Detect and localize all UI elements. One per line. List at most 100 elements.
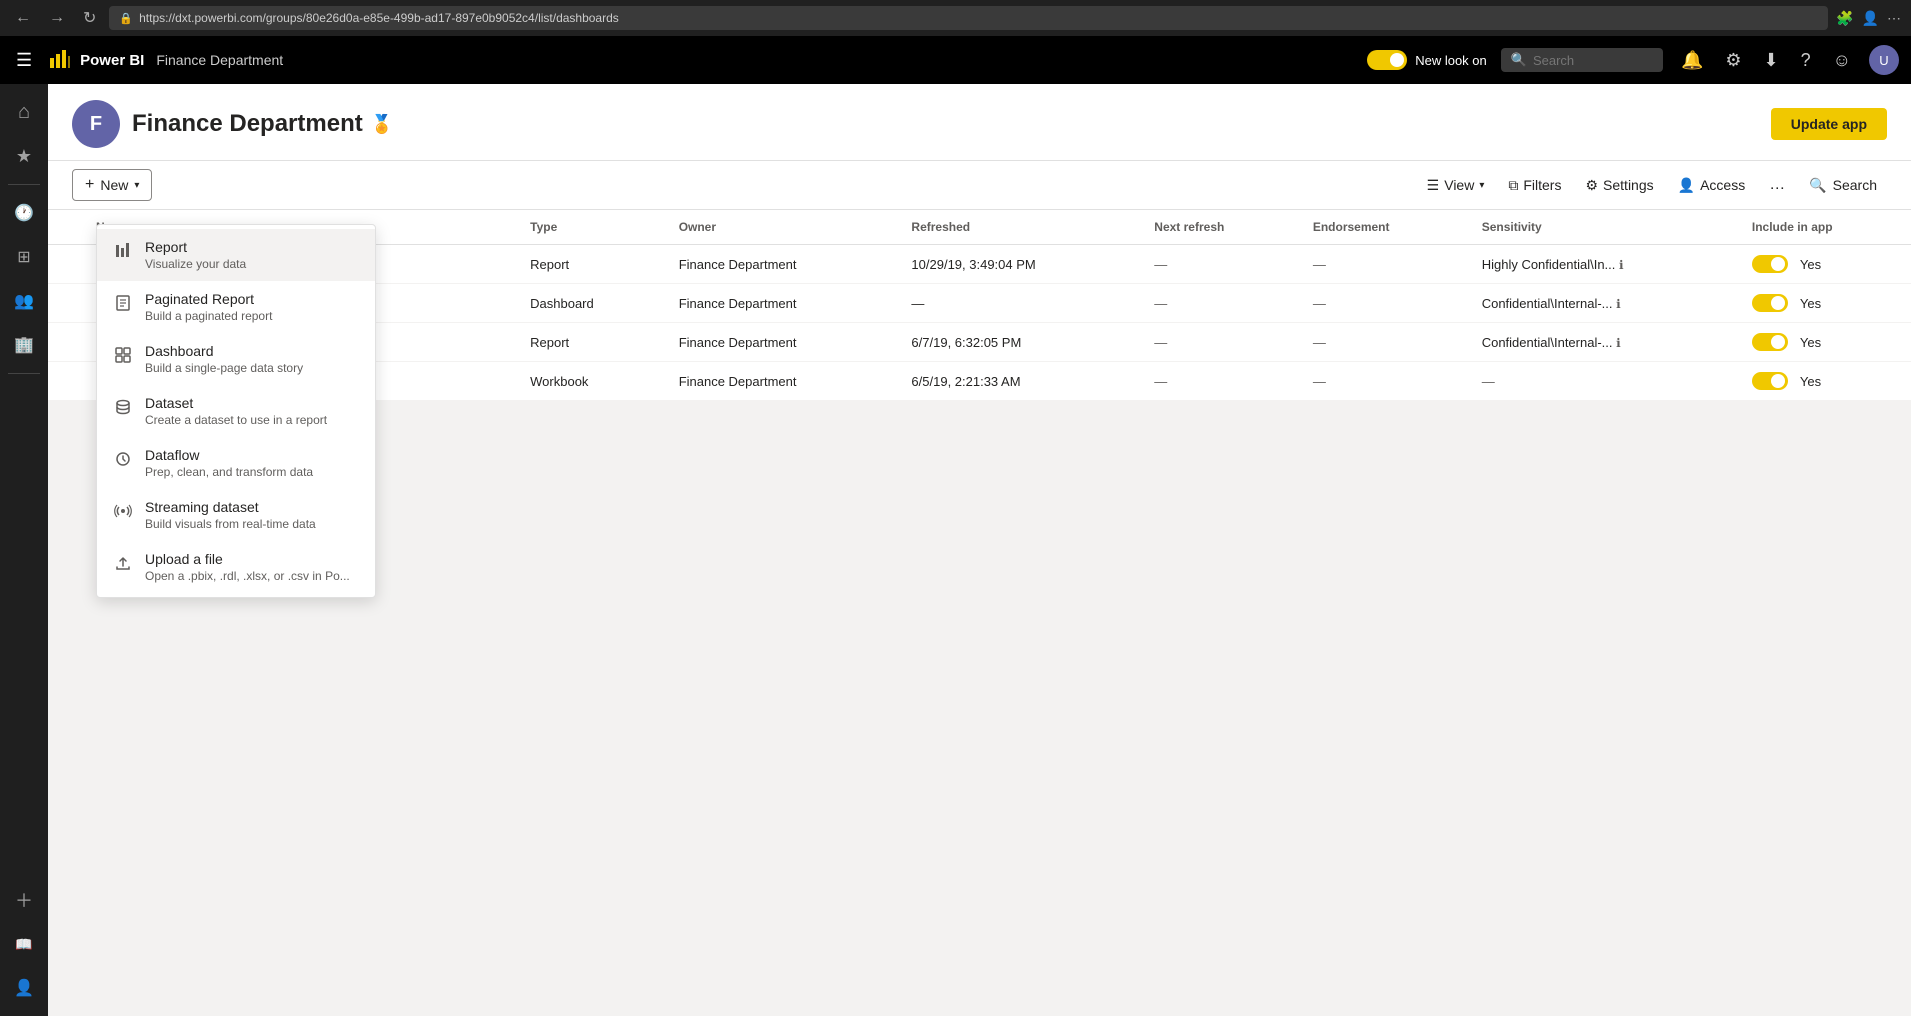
toolbar-search[interactable]: 🔍 Search: [1799, 171, 1887, 200]
notification-icon[interactable]: 🔔: [1677, 46, 1707, 75]
row-include-cell: Yes: [1736, 284, 1911, 323]
sidebar-item-recent[interactable]: 🕐: [4, 193, 44, 233]
view-icon: ☰: [1427, 177, 1440, 194]
row-type-cell: Dashboard: [514, 284, 663, 323]
row-endorsement-cell: —: [1297, 362, 1466, 401]
row-next-refresh-cell: —: [1138, 245, 1297, 284]
settings-label: Settings: [1603, 177, 1654, 193]
sidebar-item-shared[interactable]: 👥: [4, 281, 44, 321]
update-app-button[interactable]: Update app: [1771, 108, 1887, 140]
sensitivity-text: Highly Confidential\In...: [1482, 257, 1616, 272]
view-button[interactable]: ☰ View ▾: [1417, 171, 1495, 200]
report-icon: [113, 241, 133, 261]
dropdown-item-dataset[interactable]: DatasetCreate a dataset to use in a repo…: [97, 385, 375, 437]
dropdown-item-streaming-dataset[interactable]: Streaming datasetBuild visuals from real…: [97, 489, 375, 541]
include-toggle[interactable]: [1752, 372, 1788, 390]
upload-file-icon: [113, 553, 133, 573]
dashboard-content: DashboardBuild a single-page data story: [145, 343, 303, 375]
content-area: F Finance Department 🏅 Update app + New …: [48, 84, 1911, 1016]
sensitivity-text: Confidential\Internal-...: [1482, 296, 1613, 311]
dataset-icon: [113, 397, 133, 417]
nav-refresh-button[interactable]: ↻: [78, 6, 101, 30]
row-sensitivity-cell: —: [1466, 362, 1736, 401]
row-refreshed-cell: —: [895, 284, 1138, 323]
sidebar-item-learn[interactable]: 📖: [4, 924, 44, 964]
info-icon[interactable]: ℹ: [1619, 258, 1624, 272]
row-include-cell: Yes: [1736, 362, 1911, 401]
more-options-icon[interactable]: ⋯: [1887, 10, 1901, 27]
workspace-title-text: Finance Department: [132, 110, 363, 138]
dropdown-item-report[interactable]: ReportVisualize your data: [97, 229, 375, 281]
dashboard-title: Dashboard: [145, 343, 303, 359]
sidebar-item-workspaces[interactable]: 🏢: [4, 325, 44, 365]
row-endorsement-cell: —: [1297, 323, 1466, 362]
new-look-switch[interactable]: [1367, 50, 1407, 70]
row-next-refresh-cell: —: [1138, 284, 1297, 323]
include-toggle[interactable]: [1752, 333, 1788, 351]
include-toggle[interactable]: [1752, 255, 1788, 273]
new-look-label: New look on: [1415, 53, 1487, 68]
sidebar-item-favorites[interactable]: ★: [4, 136, 44, 176]
em-dash: —: [1313, 296, 1326, 311]
hamburger-menu[interactable]: ☰: [12, 46, 36, 75]
access-button[interactable]: 👤 Access: [1668, 171, 1756, 200]
extensions-icon[interactable]: 🧩: [1836, 10, 1853, 27]
info-icon[interactable]: ℹ: [1616, 336, 1621, 350]
col-header-next-refresh: Next refresh: [1138, 210, 1297, 245]
dropdown-item-upload-file[interactable]: Upload a file Open a .pbix, .rdl, .xlsx, …: [97, 541, 375, 593]
em-dash: —: [1154, 374, 1167, 389]
sidebar-item-create[interactable]: ＋: [4, 880, 44, 920]
sidebar-item-profile[interactable]: 👤: [4, 968, 44, 1008]
include-toggle[interactable]: [1752, 294, 1788, 312]
pbi-logo[interactable]: Power BI: [48, 48, 144, 72]
browser-bar: ← → ↻ 🔒 https://dxt.powerbi.com/groups/8…: [0, 0, 1911, 36]
nav-back-button[interactable]: ←: [10, 7, 36, 29]
streaming-dataset-desc: Build visuals from real-time data: [145, 517, 316, 531]
dropdown-item-dashboard[interactable]: DashboardBuild a single-page data story: [97, 333, 375, 385]
dropdown-item-dataflow[interactable]: DataflowPrep, clean, and transform data: [97, 437, 375, 489]
dataflow-title: Dataflow: [145, 447, 313, 463]
plus-icon: +: [85, 176, 94, 194]
yes-text: Yes: [1800, 335, 1821, 350]
sensitivity-text: Confidential\Internal-...: [1482, 335, 1613, 350]
row-refreshed-cell: 6/7/19, 6:32:05 PM: [895, 323, 1138, 362]
row-type-cell: Report: [514, 245, 663, 284]
url-text: https://dxt.powerbi.com/groups/80e26d0a-…: [139, 11, 619, 25]
help-icon[interactable]: ?: [1797, 46, 1815, 75]
more-icon: …: [1769, 176, 1785, 194]
new-look-toggle[interactable]: New look on: [1367, 50, 1487, 70]
feedback-icon[interactable]: ☺: [1829, 46, 1855, 75]
pbi-logo-text: Power BI: [80, 52, 144, 69]
search-icon: 🔍: [1511, 52, 1527, 68]
pbi-workspace-name: Finance Department: [156, 52, 283, 68]
new-dropdown-menu: ReportVisualize your dataPaginated Repor…: [96, 224, 376, 598]
sidebar-item-apps[interactable]: ⊞: [4, 237, 44, 277]
paginated-report-icon: [113, 293, 133, 313]
info-icon[interactable]: ℹ: [1616, 297, 1621, 311]
user-avatar[interactable]: U: [1869, 45, 1899, 75]
workspace-avatar: F: [72, 100, 120, 148]
new-button[interactable]: + New ▾: [72, 169, 152, 201]
upload-file-desc: Open a .pbix, .rdl, .xlsx, or .csv in Po…: [145, 569, 350, 583]
streaming-dataset-icon: [113, 501, 133, 521]
row-sensitivity-cell: Highly Confidential\In... ℹ: [1466, 245, 1736, 284]
url-bar[interactable]: 🔒 https://dxt.powerbi.com/groups/80e26d0…: [109, 6, 1828, 30]
toolbar-search-text[interactable]: Search: [1833, 177, 1877, 193]
upload-file-title: Upload a file: [145, 551, 350, 567]
em-dash: —: [1313, 374, 1326, 389]
dropdown-item-paginated-report[interactable]: Paginated ReportBuild a paginated report: [97, 281, 375, 333]
nav-forward-button[interactable]: →: [44, 7, 70, 29]
col-header-sensitivity: Sensitivity: [1466, 210, 1736, 245]
main-layout: ⌂ ★ 🕐 ⊞ 👥 🏢 ＋ 📖 👤 F Finance Department 🏅…: [0, 84, 1911, 1016]
pbi-topbar: ☰ Power BI Finance Department New look o…: [0, 36, 1911, 84]
more-button[interactable]: …: [1759, 170, 1795, 200]
filters-button[interactable]: ⧉ Filters: [1498, 171, 1571, 200]
sidebar-item-home[interactable]: ⌂: [4, 92, 44, 132]
download-icon[interactable]: ⬇: [1760, 46, 1783, 75]
search-input[interactable]: [1533, 53, 1653, 68]
profile-icon[interactable]: 👤: [1862, 10, 1879, 27]
pbi-search-box[interactable]: 🔍: [1501, 48, 1663, 72]
settings-icon[interactable]: ⚙: [1721, 46, 1745, 75]
settings-button[interactable]: ⚙ Settings: [1575, 171, 1663, 200]
sidebar: ⌂ ★ 🕐 ⊞ 👥 🏢 ＋ 📖 👤: [0, 84, 48, 1016]
